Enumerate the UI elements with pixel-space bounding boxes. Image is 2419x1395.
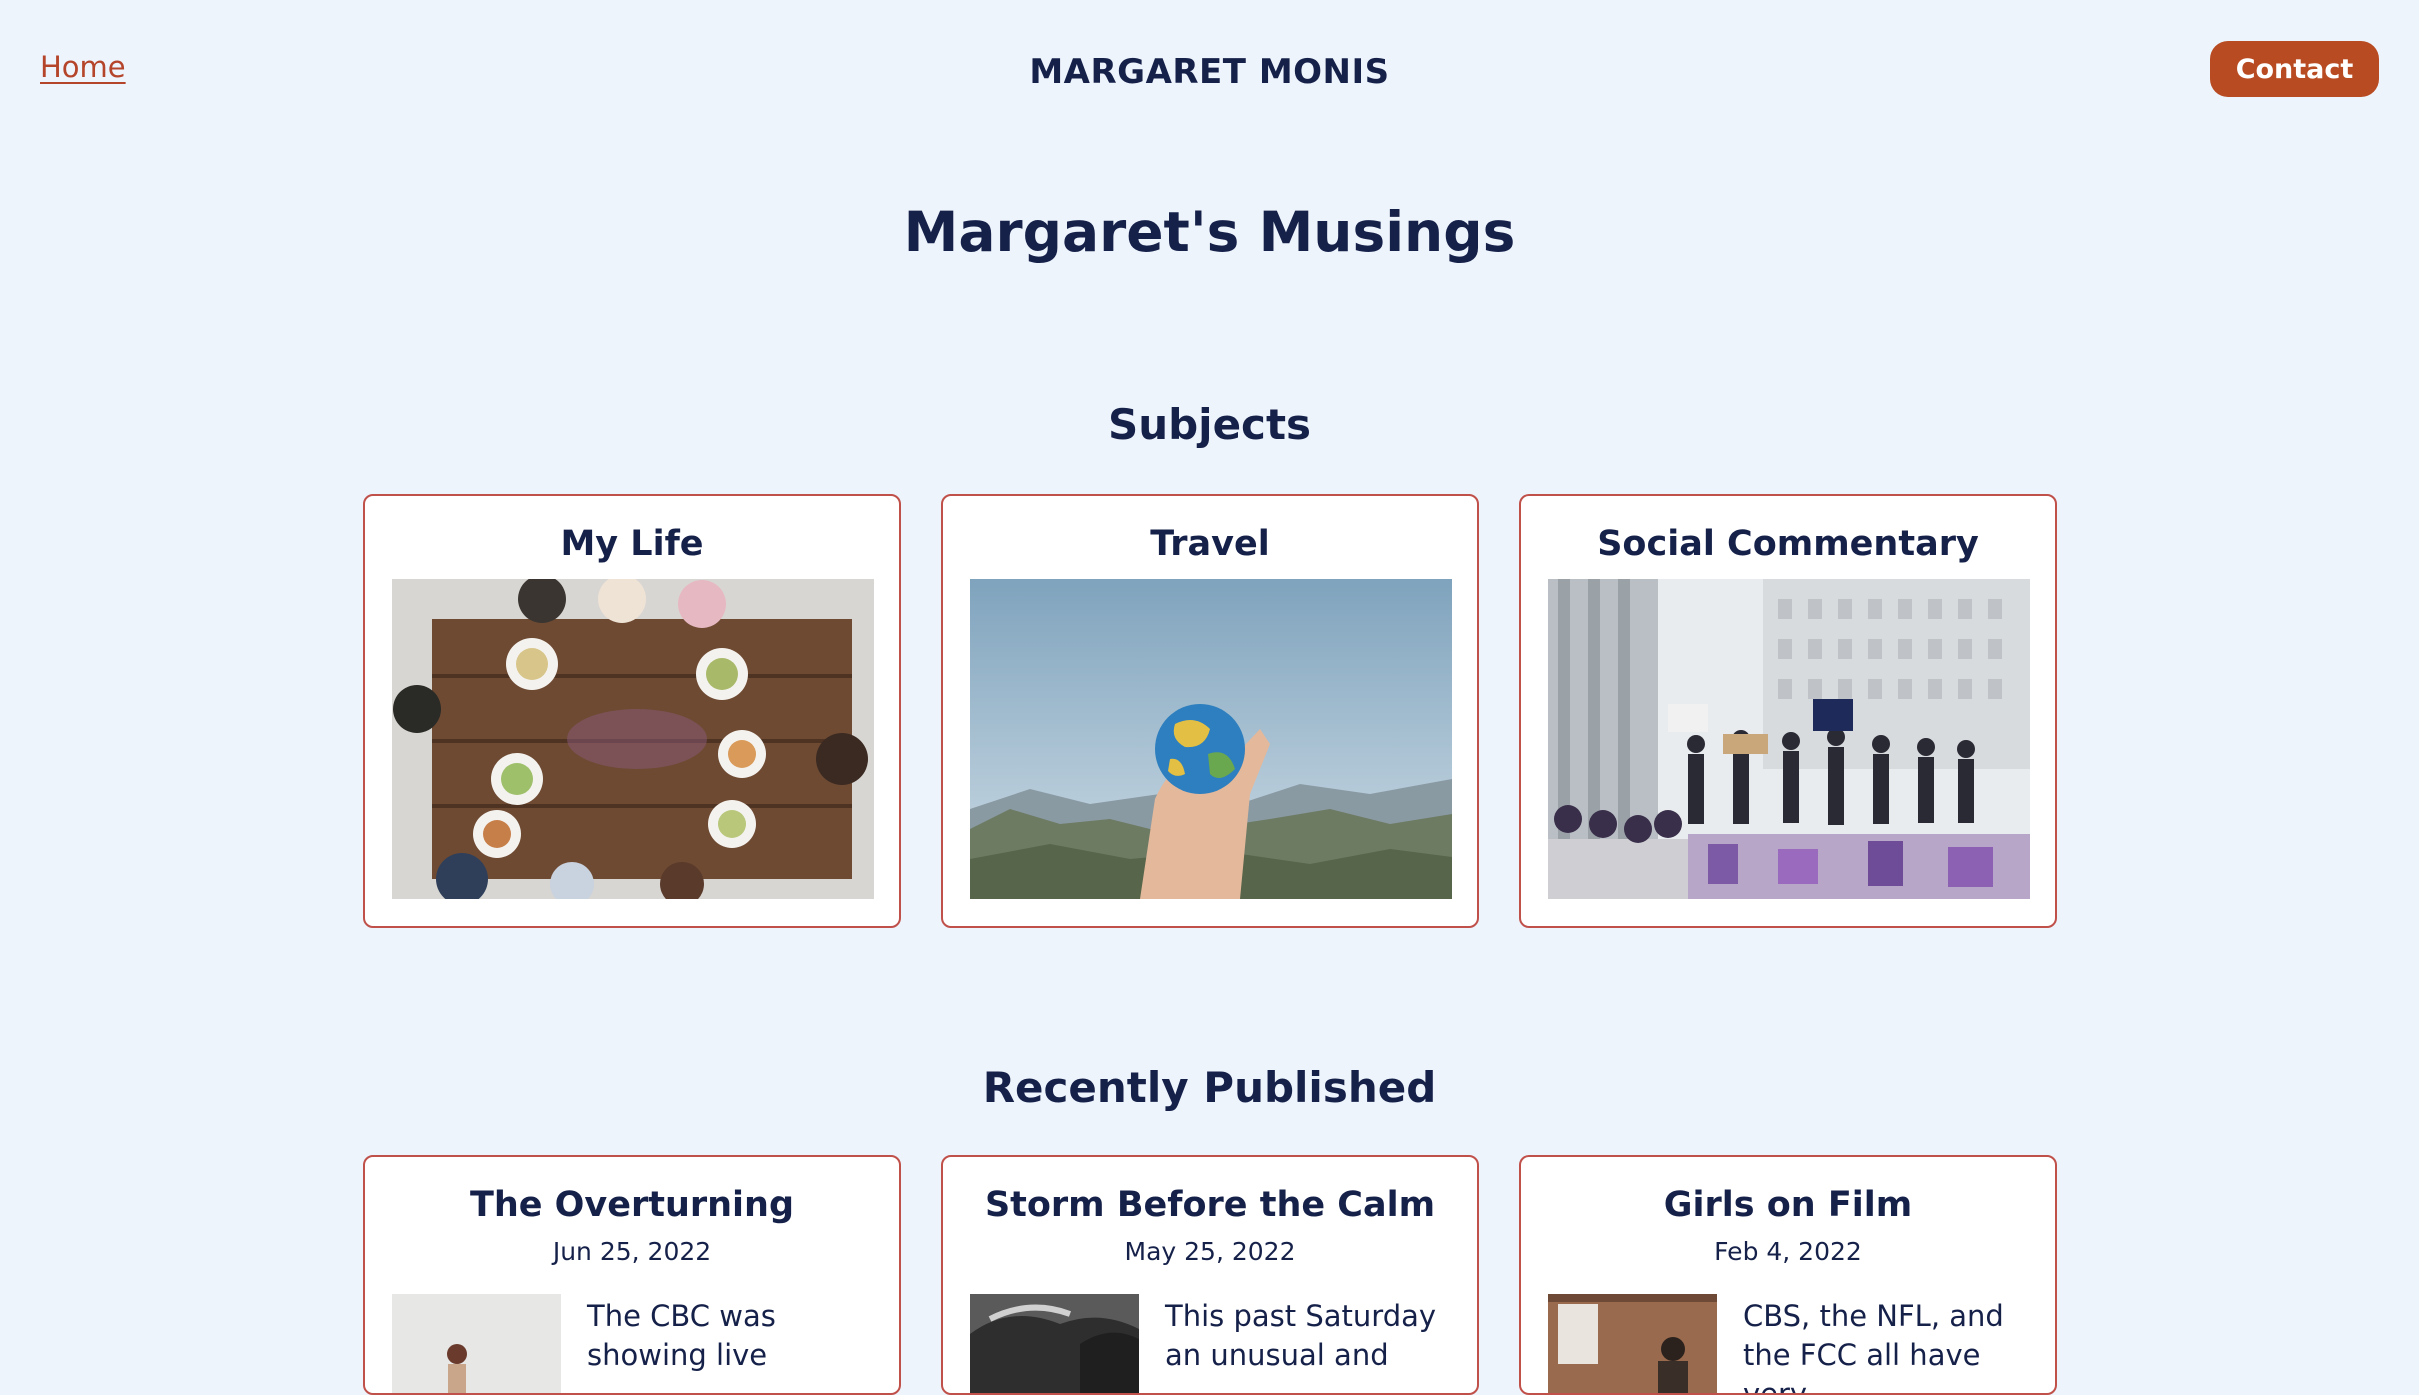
post-date: Jun 25, 2022 bbox=[552, 1237, 712, 1266]
subject-image-protest[interactable] bbox=[1548, 579, 2030, 899]
post-card[interactable]: Girls on Film Feb 4, 2022 CBS, the NFL, … bbox=[1519, 1155, 2057, 1395]
subject-title: My Life bbox=[560, 524, 704, 564]
recently-published-heading: Recently Published bbox=[982, 1063, 1437, 1112]
post-date: May 25, 2022 bbox=[1124, 1237, 1296, 1266]
post-card[interactable]: The Overturning Jun 25, 2022 The CBC was… bbox=[363, 1155, 901, 1395]
post-thumbnail[interactable] bbox=[970, 1294, 1139, 1393]
subject-card-travel[interactable]: Travel bbox=[941, 494, 1479, 928]
subject-title: Social Commentary bbox=[1597, 524, 1979, 564]
subject-title: Travel bbox=[1150, 524, 1270, 564]
post-thumbnail[interactable] bbox=[392, 1294, 561, 1393]
subject-image-dinner-table[interactable] bbox=[392, 579, 874, 899]
contact-button[interactable]: Contact bbox=[2210, 41, 2379, 97]
top-navigation: Home MARGARET MONIS Contact bbox=[0, 0, 2419, 140]
site-name: MARGARET MONIS bbox=[1029, 52, 1390, 92]
post-thumbnail[interactable] bbox=[1548, 1294, 1717, 1393]
subject-card-my-life[interactable]: My Life bbox=[363, 494, 901, 928]
post-title[interactable]: The Overturning bbox=[365, 1185, 899, 1225]
post-title[interactable]: Girls on Film bbox=[1521, 1185, 2055, 1225]
post-title[interactable]: Storm Before the Calm bbox=[943, 1185, 1477, 1225]
post-excerpt: The CBC was showing live bbox=[587, 1299, 776, 1372]
post-excerpt: This past Saturday an unusual and bbox=[1165, 1299, 1437, 1372]
post-date: Feb 4, 2022 bbox=[1714, 1237, 1862, 1266]
page-title: Margaret's Musings bbox=[903, 200, 1516, 264]
subject-card-social-commentary[interactable]: Social Commentary bbox=[1519, 494, 2057, 928]
post-card[interactable]: Storm Before the Calm May 25, 2022 This … bbox=[941, 1155, 1479, 1395]
subjects-heading: Subjects bbox=[1107, 400, 1312, 449]
post-excerpt: CBS, the NFL, and the FCC all have very bbox=[1743, 1299, 2004, 1395]
subject-image-globe-in-hand[interactable] bbox=[970, 579, 1452, 899]
